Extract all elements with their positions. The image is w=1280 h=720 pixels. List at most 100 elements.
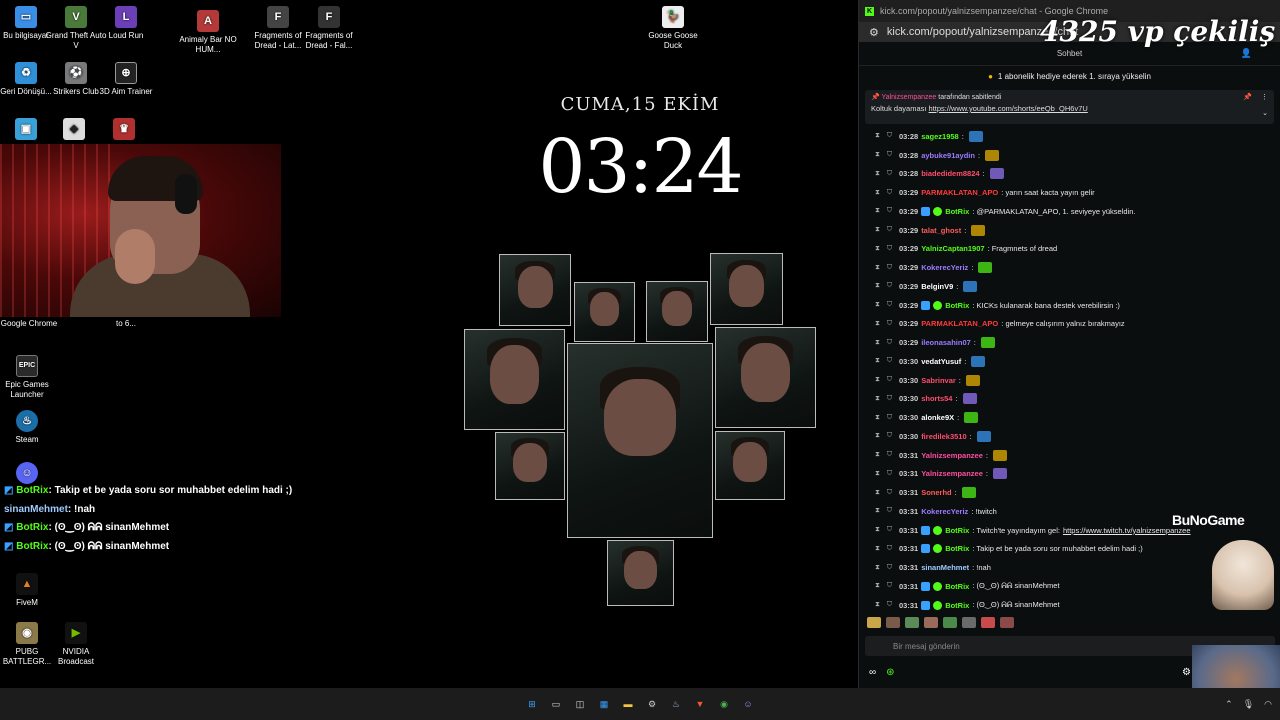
file-explorer-icon[interactable]: ▬ [620,696,636,712]
pin-action-icon[interactable]: ⧗ [873,414,882,422]
subscription-banner[interactable]: ● 1 abonelik hediye ederek 1. sıraya yüks… [859,66,1280,86]
mod-action-icon[interactable]: ⛉ [885,357,894,365]
message-username[interactable]: YalnizCaptan1907 [921,244,984,253]
pin-action-icon[interactable]: ⧗ [873,226,882,234]
mod-action-icon[interactable]: ⛉ [885,132,894,140]
desktop-icon-discord[interactable]: ☺ [0,462,59,487]
message-username[interactable]: ileonasahin07 [921,338,971,347]
mod-action-icon[interactable]: ⛉ [885,432,894,440]
desktop-icon-row3-3[interactable]: ♛ [92,118,156,143]
chrome-icon[interactable]: ◉ [716,696,732,712]
mod-action-icon[interactable]: ⛉ [885,489,894,497]
mod-action-icon[interactable]: ⛉ [885,320,894,328]
message-username[interactable]: BotRix [945,207,969,216]
message-username[interactable]: BotRix [945,301,969,310]
chevron-up-icon[interactable]: ⌃ [1225,699,1233,710]
pin-action-icon[interactable]: ⧗ [873,582,882,590]
message-username[interactable]: KokerecYeriz [921,507,968,516]
pin-action-icon[interactable]: ⧗ [873,489,882,497]
desktop-icon-3d-aim-trainer[interactable]: ⊕ 3D Aim Trainer [94,62,158,97]
mod-action-icon[interactable]: ⛉ [885,564,894,572]
settings-icon[interactable]: ⚙ [644,696,660,712]
desktop-icon-goose-goose-duck[interactable]: 🦆 Goose Goose Duck [641,6,705,51]
mod-action-icon[interactable]: ⛉ [885,207,894,215]
desktop-icon-chrome[interactable]: Google Chrome [0,296,61,329]
pin-action-icon[interactable]: ⧗ [873,320,882,328]
mod-action-icon[interactable]: ⛉ [885,601,894,609]
message-username[interactable]: Yalnizsempanzee [921,451,983,460]
pin-action-icon[interactable]: ⧗ [873,339,882,347]
pin-action-icon[interactable]: ⧗ [873,507,882,515]
message-username[interactable]: biadedidem8824 [921,169,979,178]
widgets-icon[interactable]: ▦ [596,696,612,712]
pin-action-icon[interactable]: ⧗ [873,395,882,403]
message-username[interactable]: BotRix [945,601,969,610]
pin-action-icon[interactable]: ⧗ [873,357,882,365]
pin-action-icon[interactable]: ⧗ [873,301,882,309]
brave-icon[interactable]: ▼ [692,696,708,712]
network-icon[interactable]: ◠ [1264,699,1272,710]
pin-action-icon[interactable]: ⧗ [873,207,882,215]
mod-action-icon[interactable]: ⛉ [885,451,894,459]
desktop-icon-file[interactable]: to 6... [94,296,158,329]
microphone-icon[interactable]: 🎙 [1243,699,1254,710]
desktop-icon-fragments-fal[interactable]: F Fragments of Dread - Fal... [297,6,361,51]
message-username[interactable]: BelginV9 [921,282,953,291]
pin-action-icon[interactable]: ⧗ [873,564,882,572]
mod-action-icon[interactable]: ⛉ [885,545,894,553]
gear-icon[interactable]: ⚙ [1182,667,1191,678]
message-username[interactable]: BotRix [945,526,969,535]
message-username[interactable]: alonke9X [921,413,954,422]
mod-action-icon[interactable]: ⛉ [885,395,894,403]
mod-action-icon[interactable]: ⛉ [885,245,894,253]
message-username[interactable]: vedatYusuf [921,357,961,366]
emote-picker-icon[interactable]: ∞ [869,667,876,678]
message-username[interactable]: Sonerhd [921,488,951,497]
mod-action-icon[interactable]: ⛉ [885,582,894,590]
pin-action-icon[interactable]: ⧗ [873,189,882,197]
message-username[interactable]: sinanMehmet [921,563,969,572]
message-username[interactable]: Sabrinvar [921,376,956,385]
message-username[interactable]: sagez1958 [921,132,959,141]
pin-action-icon[interactable]: ⧗ [873,170,882,178]
message-username[interactable]: PARMAKLATAN_APO [921,188,998,197]
mod-action-icon[interactable]: ⛉ [885,170,894,178]
pin-action-icon[interactable]: ⧗ [873,151,882,159]
pin-action-icon[interactable]: ⧗ [873,282,882,290]
site-info-icon[interactable]: ⚙ [869,26,879,39]
user-settings-icon[interactable]: 👤 [1241,48,1252,59]
mod-action-icon[interactable]: ⛉ [885,151,894,159]
mod-action-icon[interactable]: ⛉ [885,339,894,347]
desktop-icon-fivem[interactable]: ▲ FiveM [0,573,59,608]
message-username[interactable]: BotRix [945,582,969,591]
message-username[interactable]: aybuke91aydin [921,151,975,160]
message-username[interactable]: KokerecYeriz [921,263,968,272]
desktop-icon-steam[interactable]: ♨ Steam [0,410,59,445]
search-icon[interactable]: ▭ [548,696,564,712]
pin-action-icon[interactable]: ⧗ [873,376,882,384]
pin-action-icon[interactable]: ⧗ [873,545,882,553]
mod-action-icon[interactable]: ⛉ [885,414,894,422]
desktop-icon-nvidia-broadcast[interactable]: ▶ NVIDIA Broadcast [44,622,108,667]
mod-action-icon[interactable]: ⛉ [885,526,894,534]
pin-action-icon[interactable]: ⧗ [873,526,882,534]
mod-action-icon[interactable]: ⛉ [885,507,894,515]
discord-icon[interactable]: ☺ [740,696,756,712]
message-username[interactable]: shorts54 [921,394,952,403]
more-options-icon[interactable]: ⋮ [1261,93,1268,101]
pin-action-icon[interactable]: ⧗ [873,601,882,609]
mod-action-icon[interactable]: ⛉ [885,376,894,384]
steam-icon[interactable]: ♨ [668,696,684,712]
desktop-icon-epic-games[interactable]: EPIC Epic Games Launcher [0,355,59,400]
message-username[interactable]: firedilek3510 [921,432,966,441]
mod-action-icon[interactable]: ⛉ [885,301,894,309]
message-username[interactable]: Yalnizsempanzee [921,469,983,478]
desktop-icon-animaly-bar[interactable]: A Animaly Bar NO HUM... [176,10,240,55]
mod-action-icon[interactable]: ⛉ [885,226,894,234]
start-icon[interactable]: ⊞ [524,696,540,712]
pin-action-icon[interactable]: ⧗ [873,432,882,440]
pin-action-icon[interactable]: ⧗ [873,470,882,478]
pin-action-icon[interactable]: ⧗ [873,245,882,253]
unpin-icon[interactable]: 📌 [1243,93,1252,101]
pinned-link[interactable]: https://www.youtube.com/shorts/eeQb_QH6v… [929,104,1088,113]
